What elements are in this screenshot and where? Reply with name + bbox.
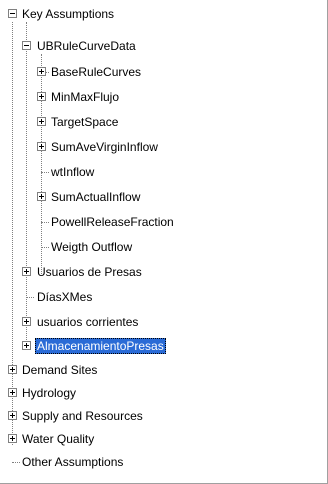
expand-toggle-icon[interactable] (8, 365, 17, 374)
tree-item-demand-sites[interactable]: Demand Sites (0, 362, 300, 378)
tree-item-water-quality[interactable]: Water Quality (0, 431, 300, 447)
tree-item-label: UBRuleCurveData (37, 39, 136, 53)
tree-item-diasxmes[interactable]: DíasXMes (0, 289, 300, 305)
expand-toggle-icon[interactable] (37, 67, 46, 76)
tree-item-label: Other Assumptions (22, 455, 124, 469)
tree-item-key-assumptions[interactable]: Key Assumptions (0, 6, 300, 22)
tree-item-ubrulecurvedata[interactable]: UBRuleCurveData (0, 38, 300, 54)
tree-item-label: usuarios corrientes (37, 315, 139, 329)
tree-item-label: Water Quality (22, 432, 95, 446)
tree-item-label: Usuarios de Presas (37, 265, 142, 279)
tree-item-label: TargetSpace (51, 115, 119, 129)
tree-item-label: AlmacenamientoPresas (35, 338, 166, 354)
tree-item-label: BaseRuleCurves (51, 65, 142, 79)
tree-view[interactable]: Key Assumptions UBRuleCurveData BaseRule… (0, 0, 328, 484)
tree-item-sumactualinflow[interactable]: SumActualInflow (0, 189, 300, 205)
tree-connector (41, 247, 49, 248)
collapse-toggle-icon[interactable] (22, 41, 31, 50)
tree-connector (41, 222, 49, 223)
tree-item-label: Key Assumptions (22, 7, 115, 21)
tree-item-almacenamientopresas[interactable]: AlmacenamientoPresas (0, 338, 300, 354)
expand-toggle-icon[interactable] (8, 434, 17, 443)
tree-item-powellreleasefraction[interactable]: PowellReleaseFraction (0, 214, 300, 230)
tree-item-wtinflow[interactable]: wtInflow (0, 164, 300, 180)
tree-item-label: Hydrology (22, 386, 77, 400)
tree-item-weigth-outflow[interactable]: Weigth Outflow (0, 239, 300, 255)
expand-toggle-icon[interactable] (37, 92, 46, 101)
tree-item-label: DíasXMes (37, 290, 93, 304)
tree-item-usuarios-corrientes[interactable]: usuarios corrientes (0, 314, 300, 330)
tree-item-label: Demand Sites (22, 363, 98, 377)
tree-item-label: Supply and Resources (22, 409, 143, 423)
tree-connector (41, 172, 49, 173)
tree-item-supply-and-resources[interactable]: Supply and Resources (0, 408, 300, 424)
expand-toggle-icon[interactable] (37, 192, 46, 201)
tree-item-label: SumAveVirginInflow (51, 140, 158, 154)
expand-toggle-icon[interactable] (37, 142, 46, 151)
tree-item-label: Weigth Outflow (51, 240, 133, 254)
tree-item-label: wtInflow (51, 165, 95, 179)
collapse-toggle-icon[interactable] (8, 9, 17, 18)
tree-item-label: PowellReleaseFraction (51, 215, 174, 229)
tree-item-label: MinMaxFlujo (51, 90, 120, 104)
expand-toggle-icon[interactable] (22, 317, 31, 326)
tree-item-sumavevirgininflow[interactable]: SumAveVirginInflow (0, 139, 300, 155)
tree-item-targetspace[interactable]: TargetSpace (0, 114, 300, 130)
tree-item-label: SumActualInflow (51, 190, 141, 204)
expand-toggle-icon[interactable] (22, 341, 31, 350)
tree-connector (12, 462, 20, 463)
tree-item-minmaxflujo[interactable]: MinMaxFlujo (0, 89, 300, 105)
tree-connector (26, 297, 34, 298)
expand-toggle-icon[interactable] (8, 388, 17, 397)
expand-toggle-icon[interactable] (37, 117, 46, 126)
expand-toggle-icon[interactable] (22, 267, 31, 276)
tree-item-other-assumptions[interactable]: Other Assumptions (0, 454, 300, 470)
tree-item-baserulecurves[interactable]: BaseRuleCurves (0, 64, 300, 80)
tree-item-hydrology[interactable]: Hydrology (0, 385, 300, 401)
tree-connector (12, 22, 13, 445)
tree-item-usuarios-de-presas[interactable]: Usuarios de Presas (0, 264, 300, 280)
expand-toggle-icon[interactable] (8, 411, 17, 420)
